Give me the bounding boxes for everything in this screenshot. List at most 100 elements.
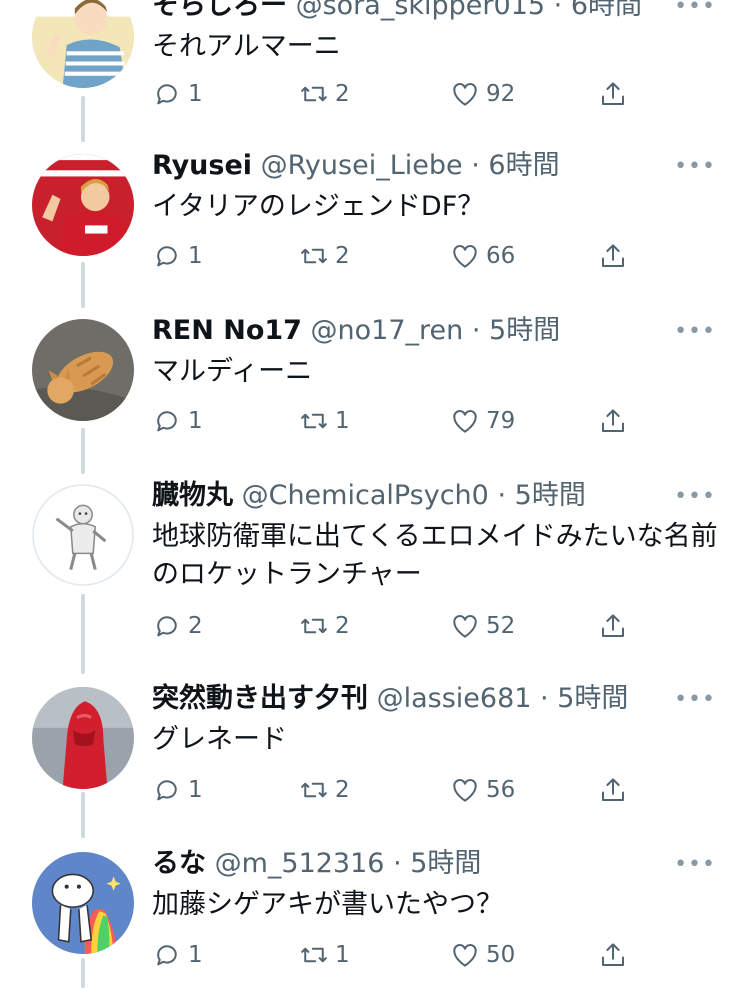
like-button[interactable]: 79 <box>450 401 515 441</box>
avatar[interactable] <box>32 484 134 586</box>
like-count: 50 <box>486 942 516 968</box>
user-handle[interactable]: @sora_skipper015 <box>296 0 545 21</box>
avatar[interactable] <box>32 319 134 421</box>
display-name[interactable]: 臓物丸 <box>152 480 233 511</box>
display-name[interactable]: るな <box>152 848 206 879</box>
reply-count: 2 <box>188 613 203 639</box>
more-icon[interactable]: ••• <box>674 484 716 509</box>
more-icon[interactable]: ••• <box>674 852 716 877</box>
retweet-button[interactable]: 1 <box>299 935 350 975</box>
retweet-button[interactable]: 2 <box>299 606 350 646</box>
share-button[interactable] <box>598 606 634 646</box>
share-icon <box>602 82 624 105</box>
avatar[interactable] <box>32 687 134 789</box>
avatar[interactable] <box>32 852 134 954</box>
tweet-actions: 1 2 92 <box>152 74 652 114</box>
avatar[interactable] <box>32 0 134 88</box>
reply-button[interactable]: 1 <box>152 236 203 276</box>
retweet-button[interactable]: 2 <box>299 74 350 114</box>
retweet-icon <box>301 618 327 634</box>
retweet-button[interactable]: 2 <box>299 236 350 276</box>
user-handle[interactable]: @no17_ren <box>311 315 464 346</box>
share-icon <box>602 943 624 966</box>
share-button[interactable] <box>598 770 634 810</box>
avatar[interactable] <box>32 154 134 256</box>
tweet[interactable]: そらしろー @sora_skipper015 · 6時間 ••• それアルマーニ… <box>0 0 750 136</box>
reply-button[interactable]: 1 <box>152 401 203 441</box>
timestamp[interactable]: 6時間 <box>488 150 559 181</box>
retweet-icon <box>301 947 327 963</box>
share-icon <box>602 778 624 801</box>
more-icon[interactable]: ••• <box>674 687 716 712</box>
reply-button[interactable]: 1 <box>152 935 203 975</box>
like-button[interactable]: 56 <box>450 770 515 810</box>
avatar-image <box>32 852 134 954</box>
retweet-count: 2 <box>335 613 350 639</box>
timestamp[interactable]: 5時間 <box>410 848 481 879</box>
like-button[interactable]: 52 <box>450 606 515 646</box>
like-button[interactable]: 66 <box>450 236 515 276</box>
separator-dot: · <box>553 0 563 21</box>
display-name[interactable]: Ryusei <box>152 150 252 181</box>
tweet-header: REN No17 @no17_ren · 5時間 <box>152 311 672 351</box>
like-count: 79 <box>486 408 516 434</box>
tweet-header: Ryusei @Ryusei_Liebe · 6時間 <box>152 146 672 186</box>
retweet-icon <box>301 248 327 264</box>
reply-button[interactable]: 2 <box>152 606 203 646</box>
reply-count: 1 <box>188 942 203 968</box>
like-count: 66 <box>486 243 516 269</box>
share-button[interactable] <box>598 935 634 975</box>
more-icon[interactable]: ••• <box>674 0 716 19</box>
like-count: 56 <box>486 777 516 803</box>
retweet-button[interactable]: 1 <box>299 401 350 441</box>
display-name[interactable]: REN No17 <box>152 315 302 346</box>
like-button[interactable]: 92 <box>450 74 515 114</box>
share-button[interactable] <box>598 401 634 441</box>
timestamp[interactable]: 5時間 <box>489 315 560 346</box>
tweet-text: それアルマーニ <box>152 31 341 62</box>
reply-count: 1 <box>188 81 203 107</box>
retweet-count: 2 <box>335 243 350 269</box>
tweet-text: グレネード <box>152 724 287 755</box>
timestamp[interactable]: 5時間 <box>557 683 628 714</box>
tweet[interactable]: 臓物丸 @ChemicalPsych0 · 5時間 ••• 地球防衛軍に出てくる… <box>0 476 750 666</box>
reply-count: 1 <box>188 777 203 803</box>
separator-dot: · <box>497 480 507 511</box>
tweet-header: 突然動き出す夕刊 @lassie681 · 5時間 <box>152 679 672 719</box>
timestamp[interactable]: 6時間 <box>571 0 642 21</box>
user-handle[interactable]: @Ryusei_Liebe <box>261 150 463 181</box>
tweet-actions: 2 2 52 <box>152 606 652 646</box>
share-button[interactable] <box>598 74 634 114</box>
separator-dot: · <box>393 848 402 879</box>
tweet[interactable]: REN No17 @no17_ren · 5時間 ••• マルディーニ 1 1 … <box>0 311 750 461</box>
user-handle[interactable]: @m_512316 <box>215 848 385 879</box>
avatar-image <box>32 484 134 586</box>
like-button[interactable]: 50 <box>450 935 515 975</box>
share-icon <box>602 409 624 432</box>
retweet-icon <box>301 413 327 429</box>
more-icon[interactable]: ••• <box>674 154 716 179</box>
tweet[interactable]: Ryusei @Ryusei_Liebe · 6時間 ••• イタリアのレジェン… <box>0 146 750 296</box>
reply-icon <box>157 780 177 801</box>
display-name[interactable]: 突然動き出す夕刊 <box>152 683 368 714</box>
timestamp[interactable]: 5時間 <box>515 480 586 511</box>
reply-count: 1 <box>188 243 203 269</box>
like-count: 92 <box>486 81 516 107</box>
user-handle[interactable]: @lassie681 <box>377 683 532 714</box>
share-button[interactable] <box>598 236 634 276</box>
more-icon[interactable]: ••• <box>674 319 716 344</box>
tweet[interactable]: 突然動き出す夕刊 @lassie681 · 5時間 ••• グレネード 1 2 … <box>0 679 750 829</box>
display-name[interactable]: そらしろー <box>152 0 287 21</box>
avatar-image <box>32 319 134 421</box>
avatar-image <box>32 0 134 88</box>
heart-icon <box>453 779 477 802</box>
avatar-image <box>32 687 134 789</box>
share-icon <box>602 614 624 637</box>
user-handle[interactable]: @ChemicalPsych0 <box>242 480 489 511</box>
tweet-header: 臓物丸 @ChemicalPsych0 · 5時間 <box>152 476 672 516</box>
tweet[interactable]: るな @m_512316 · 5時間 ••• 加藤シゲアキが書いたやつ？ 1 1… <box>0 844 750 985</box>
reply-button[interactable]: 1 <box>152 770 203 810</box>
reply-button[interactable]: 1 <box>152 74 203 114</box>
reply-icon <box>157 945 177 966</box>
retweet-button[interactable]: 2 <box>299 770 350 810</box>
